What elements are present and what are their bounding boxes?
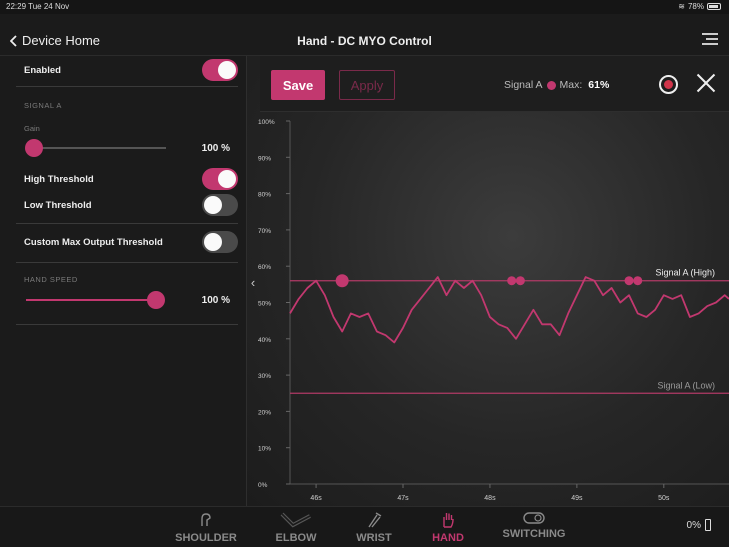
enabled-label: Enabled [24,65,61,76]
hand-speed-slider-thumb[interactable] [147,291,165,309]
high-threshold-row: High Threshold [0,168,247,192]
battery-icon [707,3,721,10]
threshold-crossing-marker [507,276,517,286]
x-tick-label: 47s [397,495,409,502]
threshold-label: Signal A (Low) [657,380,715,390]
chart-toolbar: Save Apply Signal A Max: 61% [260,56,729,112]
signal-a-section-header: SIGNAL A [24,101,62,110]
x-tick-label: 48s [484,495,496,502]
hamburger-menu-icon[interactable] [702,33,718,45]
settings-sidebar: Enabled SIGNAL A Gain 100 % High Thresho… [0,56,247,506]
page-title: Hand - DC MYO Control [297,34,432,48]
low-threshold-toggle[interactable] [202,194,238,216]
divider [16,86,238,87]
device-battery-icon [705,519,711,531]
status-bar: 22:29 Tue 24 Nov ≋ 78% [0,0,729,14]
custom-max-row: Custom Max Output Threshold [0,231,247,255]
tab-label: WRIST [356,532,392,544]
device-battery: 0% [687,519,711,531]
status-battery-text: 78% [687,2,704,11]
gain-value: 100 % [201,143,230,154]
hand-speed-value: 100 % [201,295,230,306]
y-tick-label: 70% [258,228,271,235]
high-threshold-toggle[interactable] [202,168,238,190]
low-threshold-row: Low Threshold [0,194,247,218]
wifi-icon: ≋ [678,2,685,11]
threshold-label: Signal A (High) [655,268,715,278]
y-tick-label: 0% [258,482,268,489]
signal-max-readout: Signal A Max: 61% [504,79,609,91]
signal-chart: 100% 90% 80% 70% 60% 50% 40% 30% 20% 10% 0% 46s 47s 4… [258,119,729,502]
y-tick-label: 30% [258,373,271,380]
low-threshold-label: Low Threshold [24,200,92,211]
threshold-crossing-marker [633,276,643,286]
elbow-icon [280,512,311,528]
tab-elbow[interactable]: ELBOW [256,511,336,544]
close-icon[interactable] [696,73,716,93]
gain-slider[interactable] [25,139,166,157]
device-battery-text: 0% [686,519,701,531]
tab-shoulder[interactable]: SHOULDER [166,511,246,544]
enabled-toggle[interactable] [202,59,238,81]
x-tick-label: 50s [658,495,670,502]
gain-slider-thumb[interactable] [25,139,43,157]
y-tick-label: 90% [258,155,271,162]
threshold-crossing-marker [335,274,349,288]
tab-label: SHOULDER [175,532,237,544]
hand-icon [443,513,454,528]
high-threshold-label: High Threshold [24,174,94,185]
x-tick-label: 49s [571,495,583,502]
tab-switching[interactable]: SWITCHING [494,511,574,540]
gain-label: Gain [24,124,40,133]
shoulder-icon [201,513,211,526]
divider [16,223,238,224]
tab-label: ELBOW [275,532,317,544]
custom-max-toggle[interactable] [202,231,238,253]
status-right: ≋ 78% [678,2,721,11]
max-label: Max: [559,79,583,91]
signal-a-line [289,276,729,344]
bottom-tab-bar: SHOULDER ELBOW WRIST HAND SWITCHING 0% [0,506,729,547]
tab-hand[interactable]: HAND [408,511,488,544]
y-tick-label: 80% [258,192,271,199]
threshold-crossing-marker [624,276,634,286]
hand-speed-slider[interactable] [26,291,165,309]
tab-label: SWITCHING [502,528,566,540]
switching-icon [523,512,545,524]
y-tick-label: 40% [258,337,271,344]
status-time: 22:29 Tue 24 Nov [6,2,70,11]
y-tick-label: 10% [258,446,271,453]
max-value: 61% [588,79,610,91]
signal-label: Signal A [504,79,543,91]
hand-speed-fill [26,299,156,301]
enabled-row: Enabled [0,56,247,86]
navigation-bar: Device Home Hand - DC MYO Control [0,14,729,56]
signal-dot-icon [546,80,556,90]
y-tick-label: 60% [258,264,271,271]
record-icon[interactable] [659,75,678,94]
wrist-icon [368,512,382,528]
hand-speed-section-header: HAND SPEED [24,275,78,284]
y-tick-label: 50% [258,301,271,308]
divider [16,324,238,325]
y-tick-label: 20% [258,409,271,416]
tab-label: HAND [432,532,464,544]
save-button[interactable]: Save [271,70,325,100]
y-tick-label: 100% [258,119,275,126]
custom-max-label: Custom Max Output Threshold [24,237,163,248]
threshold-crossing-marker [515,276,525,286]
tab-wrist[interactable]: WRIST [334,511,414,544]
divider [16,262,238,263]
apply-button[interactable]: Apply [339,70,395,100]
x-tick-label: 46s [310,495,322,502]
